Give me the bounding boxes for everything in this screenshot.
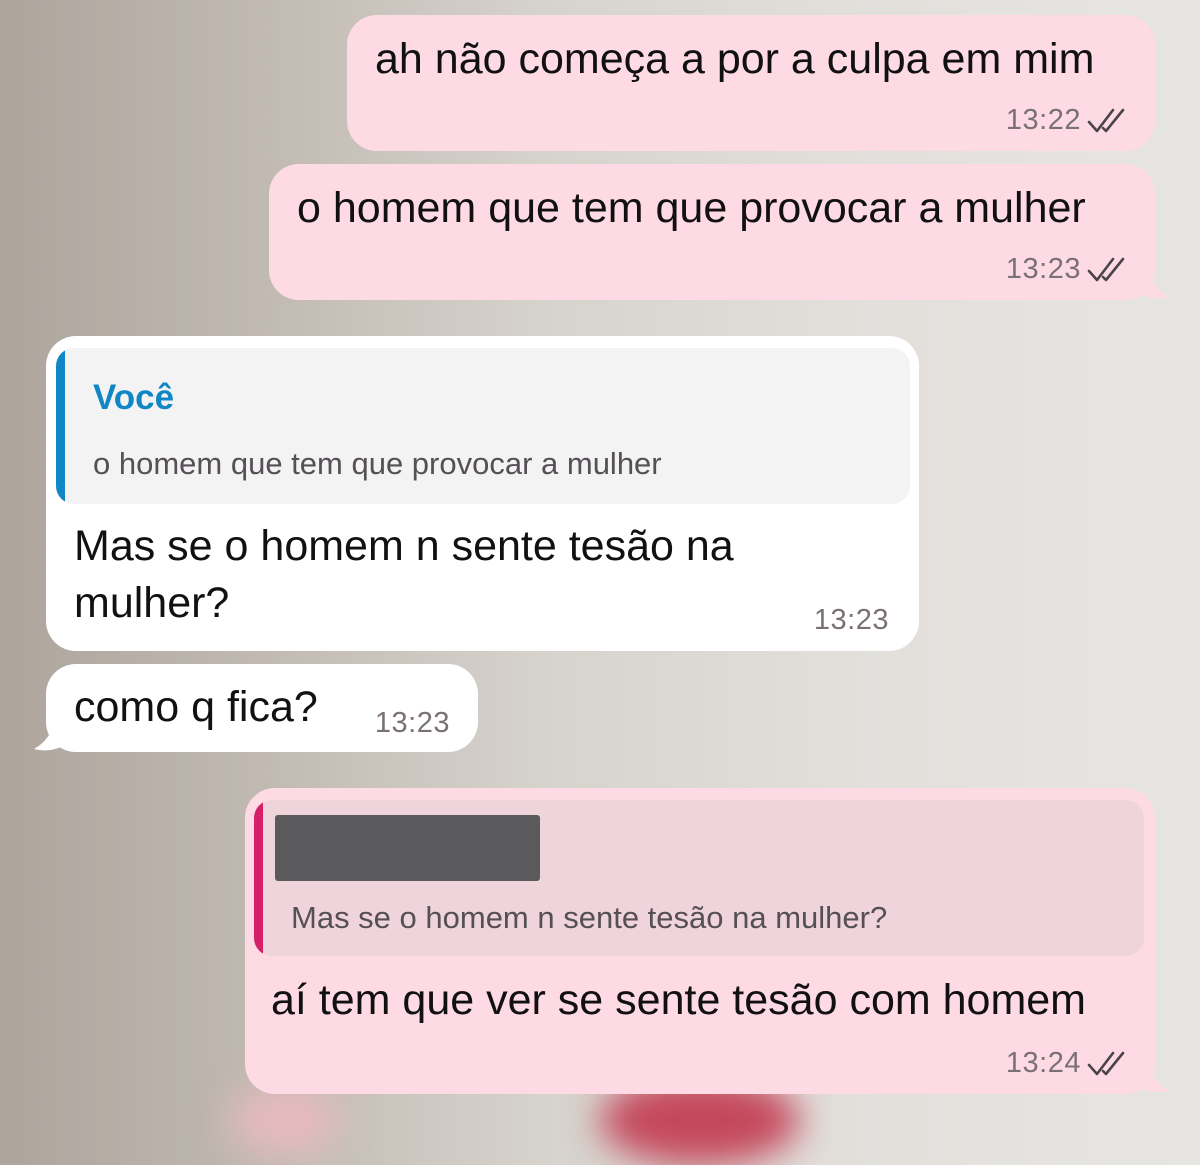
message-text: aí tem que ver se sente tesão com homem [271, 976, 1087, 1024]
bubble-tail [1135, 1054, 1169, 1093]
redacted-author-name [275, 815, 540, 881]
quote-text: o homem que tem que provocar a mulher [93, 446, 662, 481]
outgoing-message-bubble[interactable]: Mas se o homem n sente tesão na mulher? … [245, 788, 1155, 1094]
incoming-message-bubble[interactable]: como q fica? 13:23 [46, 664, 478, 752]
incoming-message-bubble[interactable]: Você o homem que tem que provocar a mulh… [46, 336, 919, 651]
bubble-tail [1135, 260, 1169, 299]
quote-bar [56, 348, 65, 504]
quote-bar [254, 800, 263, 956]
message-time: 13:23 [1005, 253, 1081, 285]
wallpaper-decoration [230, 1085, 340, 1155]
reply-quote[interactable]: Mas se o homem n sente tesão na mulher? [254, 800, 1144, 956]
message-time: 13:22 [1005, 104, 1081, 136]
message-meta: 13:24 [1006, 1047, 1129, 1080]
reply-quote[interactable]: Você o homem que tem que provocar a mulh… [56, 348, 910, 504]
message-time: 13:23 [374, 707, 450, 739]
message-meta: 13:23 [375, 707, 450, 740]
double-check-icon [1087, 1051, 1129, 1077]
bubble-tail [34, 712, 68, 751]
message-meta: 13:23 [814, 604, 889, 637]
message-meta: 13:22 [1006, 104, 1129, 137]
outgoing-message-bubble[interactable]: o homem que tem que provocar a mulher 13… [269, 164, 1155, 300]
double-check-icon [1087, 257, 1129, 283]
outgoing-message-bubble[interactable]: ah não começa a por a culpa em mim 13:22 [347, 15, 1155, 151]
message-text: o homem que tem que provocar a mulher [297, 184, 1086, 232]
quote-text: Mas se o homem n sente tesão na mulher? [291, 900, 888, 935]
message-time: 13:24 [1005, 1047, 1081, 1079]
message-meta: 13:23 [1006, 253, 1129, 286]
message-text: como q fica? [74, 683, 318, 731]
message-text: ah não começa a por a culpa em mim [375, 35, 1095, 83]
message-text: Mas se o homem n sente tesão na mulher? [74, 522, 734, 627]
message-time: 13:23 [813, 604, 889, 636]
quote-author: Você [93, 378, 175, 417]
double-check-icon [1087, 108, 1129, 134]
